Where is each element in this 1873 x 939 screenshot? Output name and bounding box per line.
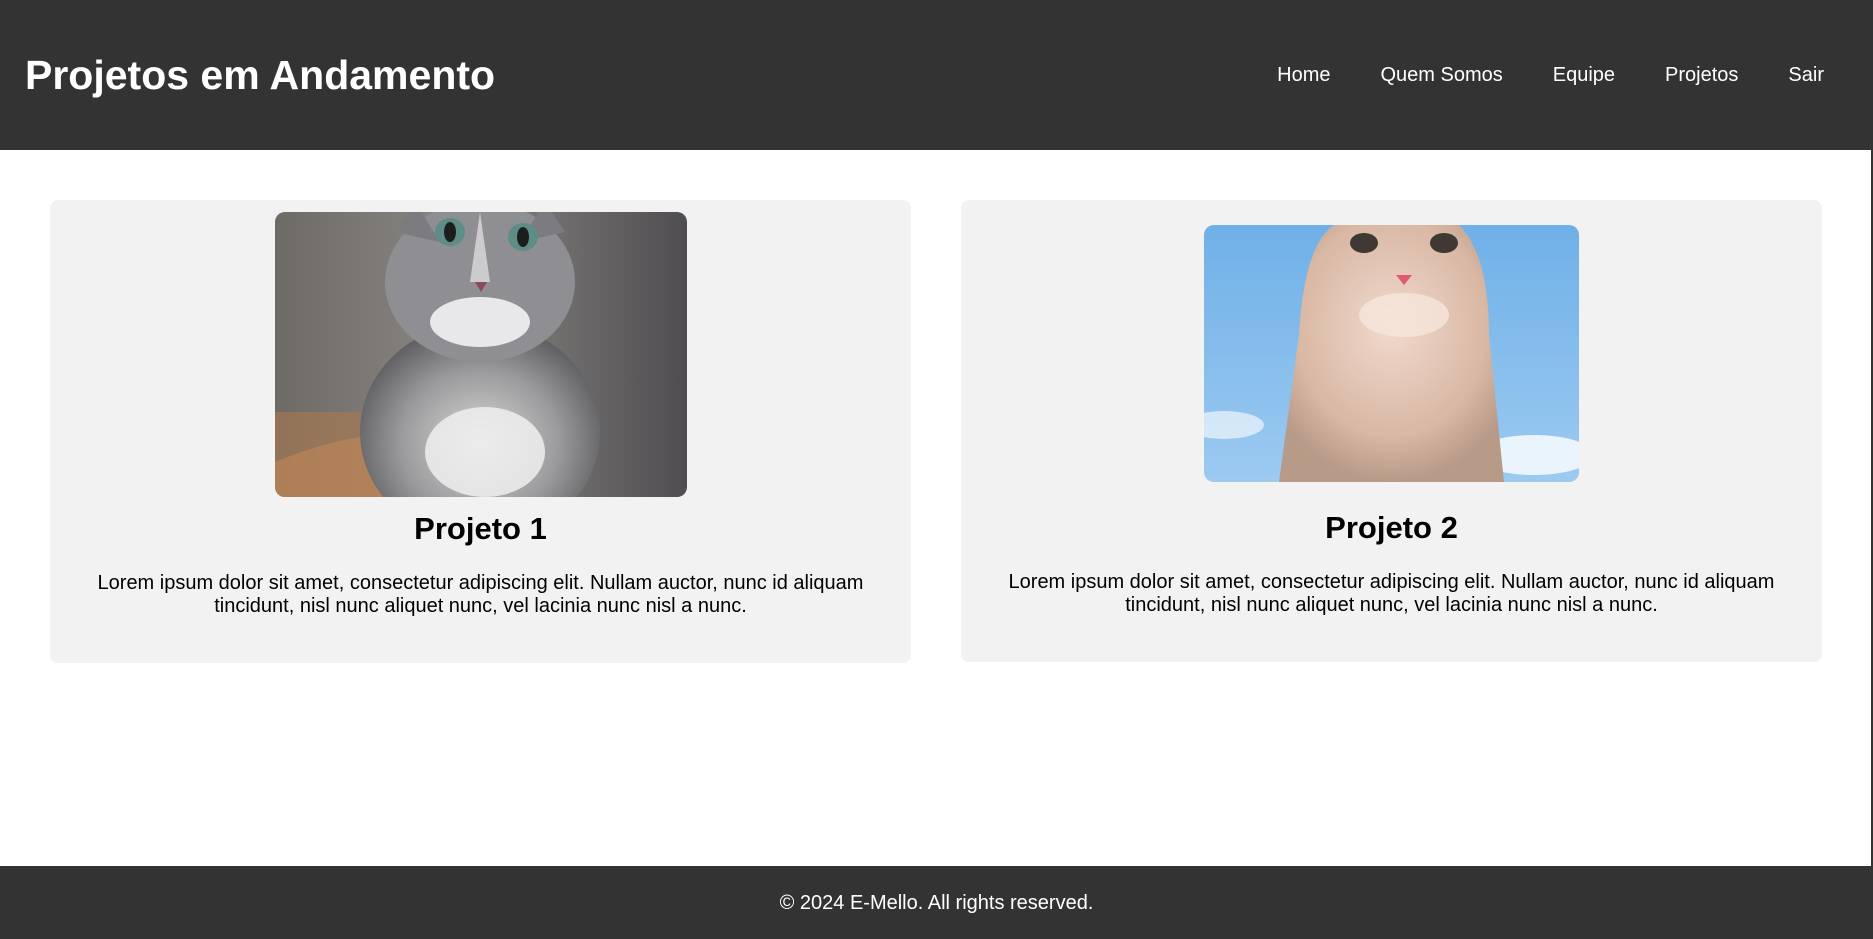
nav-link-quem-somos[interactable]: Quem Somos [1381,63,1503,87]
page: Projetos em Andamento Home Quem Somos Eq… [0,0,1873,939]
kitten-photo [275,212,687,497]
nav-link-sair[interactable]: Sair [1788,63,1824,87]
nav-link-equipe[interactable]: Equipe [1553,63,1615,87]
site-footer: © 2024 E-Mello. All rights reserved. [0,866,1873,939]
site-header: Projetos em Andamento Home Quem Somos Eq… [0,0,1873,150]
kitten-photo [1204,225,1579,482]
project-image-white-kitten [1204,225,1579,482]
nav-link-home[interactable]: Home [1277,63,1330,87]
main-nav: Home Quem Somos Equipe Projetos Sair [1277,0,1873,150]
project-image-gray-kitten [275,212,687,497]
nav-link-projetos[interactable]: Projetos [1665,63,1738,87]
copyright-text: © 2024 E-Mello. All rights reserved. [779,891,1094,914]
project-card: Projeto 1 Lorem ipsum dolor sit amet, co… [50,200,911,663]
project-title: Projeto 2 [1325,510,1458,545]
project-card: Projeto 2 Lorem ipsum dolor sit amet, co… [961,200,1822,662]
page-title: Projetos em Andamento [25,52,496,98]
project-title: Projeto 1 [414,511,547,546]
project-description: Lorem ipsum dolor sit amet, consectetur … [1008,571,1775,616]
project-description: Lorem ipsum dolor sit amet, consectetur … [97,572,864,617]
